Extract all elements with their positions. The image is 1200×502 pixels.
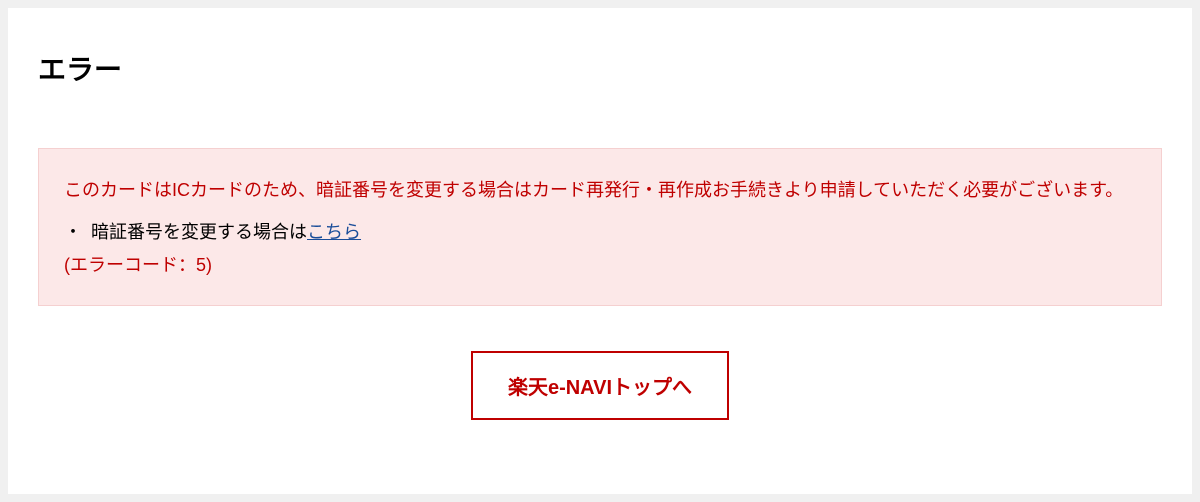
error-box: このカードはICカードのため、暗証番号を変更する場合はカード再発行・再作成お手続… (38, 148, 1162, 306)
main-container: エラー このカードはICカードのため、暗証番号を変更する場合はカード再発行・再作… (8, 8, 1192, 494)
page-title: エラー (38, 48, 1162, 88)
nav-top-button[interactable]: 楽天e-NAVIトップへ (471, 351, 729, 420)
instruction-link[interactable]: こちら (307, 222, 361, 242)
error-code: (エラーコード：5) (64, 251, 1136, 280)
error-message: このカードはICカードのため、暗証番号を変更する場合はカード再発行・再作成お手続… (64, 174, 1136, 206)
instruction-prefix: 暗証番号を変更する場合は (91, 222, 307, 242)
instruction-line: ・ 暗証番号を変更する場合はこちら (64, 218, 1136, 247)
bullet-icon: ・ (64, 222, 82, 242)
button-container: 楽天e-NAVIトップへ (38, 351, 1162, 420)
